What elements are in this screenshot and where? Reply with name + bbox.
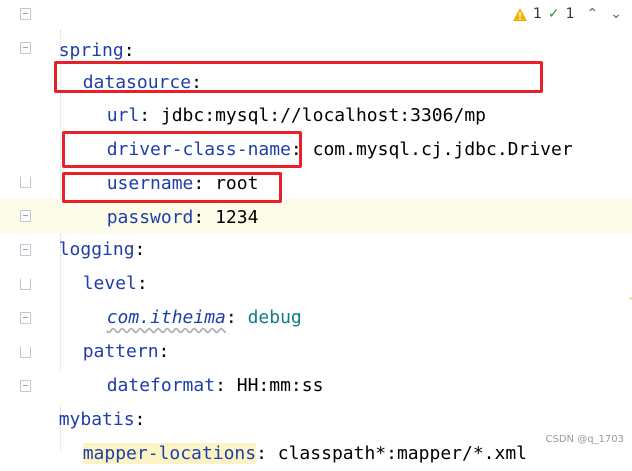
yaml-value: 1234 (204, 207, 259, 228)
fold-toggle-spring[interactable] (20, 8, 31, 20)
code-line-driver-class-name[interactable]: driver-class-name: com.mysql.cj.jdbc.Dri… (85, 99, 573, 160)
fold-toggle-datasource[interactable] (20, 42, 31, 54)
fold-end-password[interactable] (20, 176, 31, 188)
inspection-widget[interactable]: 1 ✓ 1 ⌃ ⌄ (512, 4, 632, 24)
yaml-value: classpath*:mapper/*.xml (266, 443, 528, 464)
code-line-dateformat[interactable]: dateformat: HH:mm:ss (85, 335, 324, 396)
code-line-logging[interactable]: logging: (37, 199, 146, 260)
next-highlight-button[interactable]: ⌄ (610, 6, 622, 22)
code-line-pattern[interactable]: pattern: (61, 301, 170, 362)
warning-icon (512, 7, 527, 21)
warning-count: 1 (532, 6, 542, 22)
code-line-spring[interactable]: spring: (37, 0, 135, 61)
yaml-colon: : (215, 375, 226, 396)
annotation-box-url (54, 61, 543, 93)
check-icon: ✓ (547, 6, 560, 22)
previous-highlight-button[interactable]: ⌃ (587, 6, 599, 22)
annotation-box-username (62, 131, 302, 168)
fold-toggle-level[interactable] (20, 244, 31, 256)
fold-toggle-pattern[interactable] (20, 312, 31, 324)
yaml-colon: : (225, 307, 237, 328)
code-line-mapper-locations[interactable]: mapper-locations: classpath*:mapper/*.xm… (61, 403, 527, 464)
watermark: CSDN @q_1703 (545, 434, 625, 445)
yaml-colon: : (256, 443, 267, 464)
yaml-value: debug (236, 307, 302, 328)
fold-end-dateformat[interactable] (20, 346, 31, 358)
code-line-itheima[interactable]: com.itheima: debug (85, 267, 302, 328)
fold-toggle-logging[interactable] (20, 210, 31, 222)
yaml-value: HH:mm:ss (225, 375, 324, 396)
fold-end-itheima[interactable] (20, 278, 31, 290)
annotation-box-password (62, 172, 282, 203)
yaml-colon: : (193, 207, 205, 228)
fold-toggle-mybatis[interactable] (20, 380, 31, 392)
yaml-value: com.mysql.cj.jdbc.Driver (301, 139, 573, 160)
code-line-level[interactable]: level: (61, 233, 148, 294)
code-line-mybatis[interactable]: mybatis: (37, 369, 146, 430)
check-count: 1 (565, 6, 575, 22)
yaml-key: mapper-locations (82, 443, 257, 464)
